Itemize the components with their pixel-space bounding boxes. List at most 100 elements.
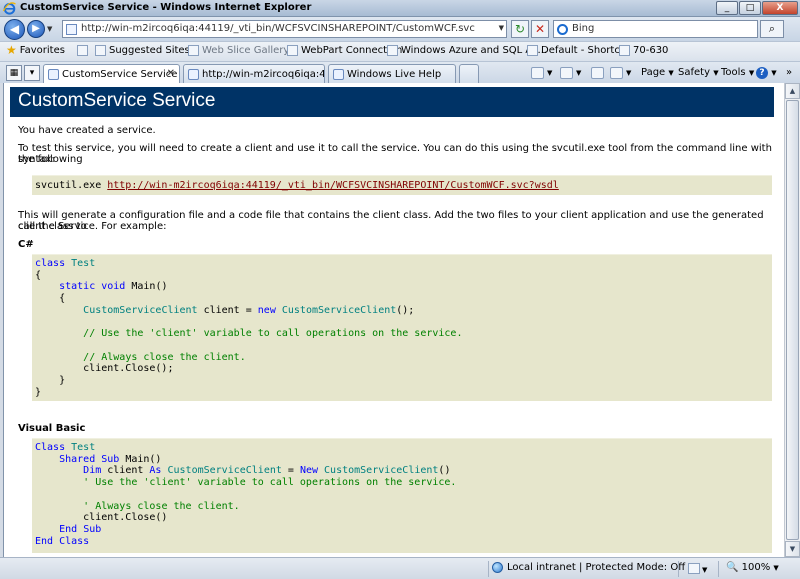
tools-menu[interactable]: Tools ▼ xyxy=(721,67,754,78)
chevron-down-icon[interactable]: ▼ xyxy=(547,69,552,77)
safety-menu-label: Safety xyxy=(678,67,710,78)
address-url[interactable]: http://win-m2ircoq6iqa:44119/_vti_bin/WC… xyxy=(81,23,475,34)
security-zone[interactable]: Local intranet | Protected Mode: Off xyxy=(492,562,685,573)
wsdl-link[interactable]: http://win-m2ircoq6iqa:44119/_vti_bin/WC… xyxy=(107,180,559,191)
bing-icon xyxy=(557,24,568,35)
page-icon xyxy=(527,45,538,56)
forward-button[interactable]: ▶ xyxy=(27,20,45,38)
back-arrow-icon: ◀ xyxy=(9,22,20,36)
chevron-down-icon: ▼ xyxy=(748,69,755,77)
toolbar-overflow-button[interactable]: » xyxy=(786,67,792,78)
page-menu[interactable]: Page ▼ xyxy=(641,67,674,78)
recent-pages-dropdown-icon[interactable]: ▼ xyxy=(47,25,52,33)
maximize-button[interactable]: □ xyxy=(739,1,761,15)
favorite-label: 70-630 xyxy=(633,45,669,56)
safety-menu[interactable]: Safety ▼ xyxy=(678,67,719,78)
favorite-windows-azure[interactable]: Windows Azure and SQL Az... xyxy=(387,45,547,56)
address-row: ◀ ▶ ▼ http://win-m2ircoq6iqa:44119/_vti_… xyxy=(0,17,800,41)
page-icon xyxy=(619,45,630,56)
search-input[interactable]: Bing xyxy=(553,20,758,38)
chevron-down-icon[interactable]: ▼ xyxy=(576,69,581,77)
chevron-down-icon[interactable]: ▼ xyxy=(626,69,631,77)
page-content: CustomService Service You have created a… xyxy=(3,83,784,557)
chevron-down-icon: ▼ xyxy=(668,69,674,77)
status-bar: Local intranet | Protected Mode: Off ▼ 🔍… xyxy=(0,557,800,579)
favorite-web-slice-gallery[interactable]: Web Slice Gallery ▼ xyxy=(188,45,298,56)
popup-blocker-icon[interactable] xyxy=(688,563,700,574)
favorites-bar: ★ Favorites Suggested Sites ▼ Web Slice … xyxy=(0,41,800,61)
refresh-button[interactable]: ↻ xyxy=(511,20,529,38)
zoom-icon: 🔍 xyxy=(726,562,739,573)
favorites-label: Favorites xyxy=(19,45,65,56)
address-bar[interactable]: http://win-m2ircoq6iqa:44119/_vti_bin/WC… xyxy=(62,20,507,38)
minimize-button[interactable]: _ xyxy=(716,1,738,15)
tab-label: http://win-m2ircoq6iqa:4411... xyxy=(202,69,325,80)
created-text: You have created a service. xyxy=(18,125,156,136)
tab-list-button[interactable]: ▾ xyxy=(24,65,40,81)
chevron-down-icon[interactable]: ▼ xyxy=(499,24,504,32)
tab-windows-live-help[interactable]: Windows Live Help xyxy=(328,64,456,84)
visual-basic-code-block: Class Test Shared Sub Main() Dim client … xyxy=(32,438,772,553)
web-slice-icon xyxy=(188,45,199,56)
print-icon[interactable] xyxy=(610,67,623,79)
chevron-down-icon: ▼ xyxy=(773,564,779,572)
page-icon xyxy=(387,45,398,56)
favorite-default-shortcut[interactable]: Default - Shortcut xyxy=(527,45,630,56)
status-divider xyxy=(718,561,719,577)
tab-row: ▦ ▾ CustomService Service ✕ http://win-m… xyxy=(0,61,800,85)
chevron-down-icon: ▾ xyxy=(29,68,35,78)
home-icon[interactable] xyxy=(531,67,544,79)
tab-label: Windows Live Help xyxy=(347,69,442,80)
stop-button[interactable]: ✕ xyxy=(531,20,549,38)
add-to-favorites-bar-button[interactable] xyxy=(77,45,88,56)
security-zone-label: Local intranet | Protected Mode: Off xyxy=(507,562,686,573)
svcutil-command-box: svcutil.exe http://win-m2ircoq6iqa:44119… xyxy=(32,175,772,195)
csharp-code-block: class Test { static void Main() { Custom… xyxy=(32,254,772,401)
add-favorite-icon xyxy=(77,45,88,56)
internet-explorer-icon xyxy=(48,69,59,80)
generate-text-line-2: call the Service. For example: xyxy=(18,221,167,232)
quick-tabs-button[interactable]: ▦ xyxy=(6,65,22,81)
tab-wsdl-url[interactable]: http://win-m2ircoq6iqa:4411... xyxy=(183,64,325,84)
back-button[interactable]: ◀ xyxy=(4,19,25,40)
quick-tabs-icon: ▦ xyxy=(9,68,19,78)
favorites-button[interactable]: ★ Favorites xyxy=(6,44,65,56)
scrollbar-thumb[interactable] xyxy=(786,100,799,540)
search-button[interactable]: ⌕ xyxy=(760,20,784,38)
scroll-down-button[interactable]: ▼ xyxy=(785,541,800,557)
internet-explorer-icon xyxy=(3,2,16,15)
search-placeholder: Bing xyxy=(572,23,595,34)
close-window-button[interactable]: X xyxy=(762,1,798,15)
tab-label: CustomService Service xyxy=(62,69,178,80)
help-menu[interactable]: ? ▼ xyxy=(756,67,777,79)
vertical-scrollbar[interactable]: ▲ ▼ xyxy=(784,83,800,557)
globe-icon xyxy=(492,562,503,573)
close-tab-icon[interactable]: ✕ xyxy=(167,68,175,79)
csharp-heading: C# xyxy=(18,239,34,250)
forward-arrow-icon: ▶ xyxy=(32,23,40,34)
mail-icon[interactable] xyxy=(591,67,604,79)
help-icon: ? xyxy=(756,67,768,79)
zoom-level: 100% xyxy=(741,562,771,573)
favorite-webpart-connection[interactable]: WebPart Connection xyxy=(287,45,402,56)
favorite-suggested-sites[interactable]: Suggested Sites ▼ xyxy=(95,45,198,56)
new-tab-button[interactable] xyxy=(459,64,479,84)
favorite-label: Default - Shortcut xyxy=(541,45,631,56)
favorite-70-630[interactable]: 70-630 xyxy=(619,45,668,56)
suggested-sites-icon xyxy=(95,45,106,56)
tab-customservice-service[interactable]: CustomService Service ✕ xyxy=(43,64,180,85)
page-title: CustomService Service xyxy=(10,87,774,117)
zoom-control[interactable]: 🔍 100% ▼ xyxy=(726,562,779,573)
favorite-label: Suggested Sites xyxy=(109,45,190,56)
window-title: CustomService Service - Windows Internet… xyxy=(20,2,312,13)
visual-basic-heading: Visual Basic xyxy=(18,423,86,434)
scroll-up-button[interactable]: ▲ xyxy=(785,83,800,99)
status-divider xyxy=(488,561,489,577)
chevron-down-icon[interactable]: ▼ xyxy=(702,566,707,574)
instructions-line-1: To test this service, you will need to c… xyxy=(18,143,772,165)
page-icon xyxy=(287,45,298,56)
svcutil-command: svcutil.exe xyxy=(35,180,108,191)
feeds-icon[interactable] xyxy=(560,67,573,79)
search-icon: ⌕ xyxy=(768,22,776,35)
tools-menu-label: Tools xyxy=(721,67,746,78)
